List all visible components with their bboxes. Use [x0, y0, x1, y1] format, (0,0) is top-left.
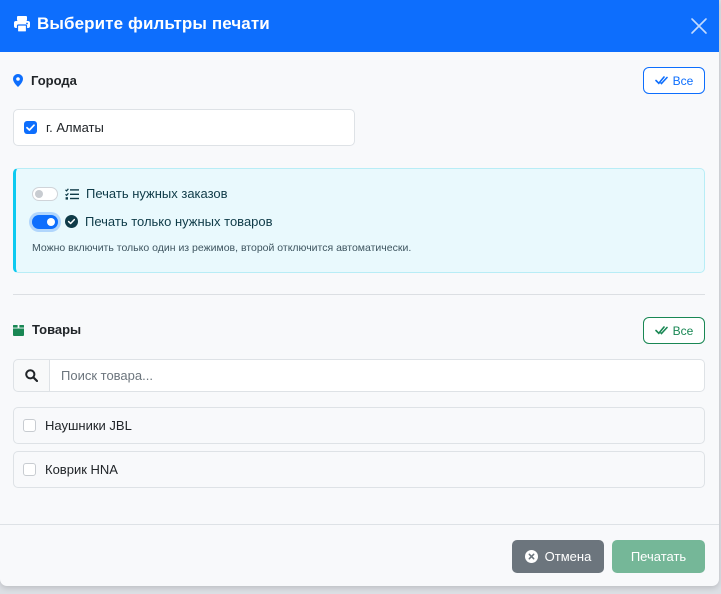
cancel-label: Отмена	[544, 549, 592, 564]
products-section-label: Товары	[13, 322, 81, 337]
product-checkbox[interactable]	[23, 419, 36, 432]
print-mode-panel: Печать нужных заказов Печать только нужн…	[13, 168, 705, 273]
close-icon[interactable]	[689, 16, 709, 36]
print-products-label: Печать только нужных товаров	[85, 214, 273, 229]
print-filters-dialog: Выберите фильтры печати Города Все г. Ал…	[0, 0, 719, 586]
footer-divider	[0, 524, 719, 525]
close-circle-icon	[524, 550, 538, 563]
cities-section-label: Города	[13, 73, 77, 88]
print-orders-label: Печать нужных заказов	[86, 186, 228, 201]
print-mode-note: Можно включить только один из режимов, в…	[32, 242, 412, 254]
search-icon	[25, 369, 38, 382]
check-icon	[26, 124, 35, 131]
product-search-input[interactable]	[50, 359, 705, 392]
product-item[interactable]: Коврик HNA	[13, 451, 705, 488]
product-label: Наушники JBL	[45, 418, 132, 433]
product-search-group	[13, 359, 705, 392]
select-all-products-label: Все	[672, 323, 694, 338]
section-divider	[13, 294, 705, 295]
product-item[interactable]: Наушники JBL	[13, 407, 705, 444]
cancel-button[interactable]: Отмена	[512, 540, 604, 573]
product-label: Коврик HNA	[45, 462, 118, 477]
print-button[interactable]: Печатать	[612, 540, 705, 573]
city-label: г. Алматы	[46, 120, 104, 135]
double-check-icon	[654, 76, 668, 85]
printer-icon	[14, 16, 30, 33]
city-checkbox[interactable]	[24, 121, 37, 134]
print-mode-orders-row: Печать нужных заказов	[32, 186, 228, 201]
product-checkbox[interactable]	[23, 463, 36, 476]
box-icon	[13, 323, 24, 336]
map-marker-icon	[13, 74, 23, 87]
double-check-icon	[654, 326, 668, 335]
dialog-title: Выберите фильтры печати	[37, 14, 270, 33]
products-label: Товары	[32, 322, 82, 337]
print-products-toggle[interactable]	[32, 214, 58, 229]
city-checkbox-item[interactable]: г. Алматы	[13, 109, 355, 146]
print-label: Печатать	[630, 549, 687, 564]
print-orders-toggle[interactable]	[32, 186, 58, 201]
select-all-cities-label: Все	[672, 73, 694, 88]
list-check-icon	[65, 187, 79, 200]
dialog-header: Выберите фильтры печати	[0, 0, 719, 52]
select-all-cities-button[interactable]: Все	[643, 67, 705, 94]
check-circle-icon	[65, 215, 78, 228]
cities-label: Города	[31, 73, 77, 88]
select-all-products-button[interactable]: Все	[643, 317, 705, 344]
search-addon	[13, 359, 50, 392]
print-mode-products-row: Печать только нужных товаров	[32, 214, 273, 229]
